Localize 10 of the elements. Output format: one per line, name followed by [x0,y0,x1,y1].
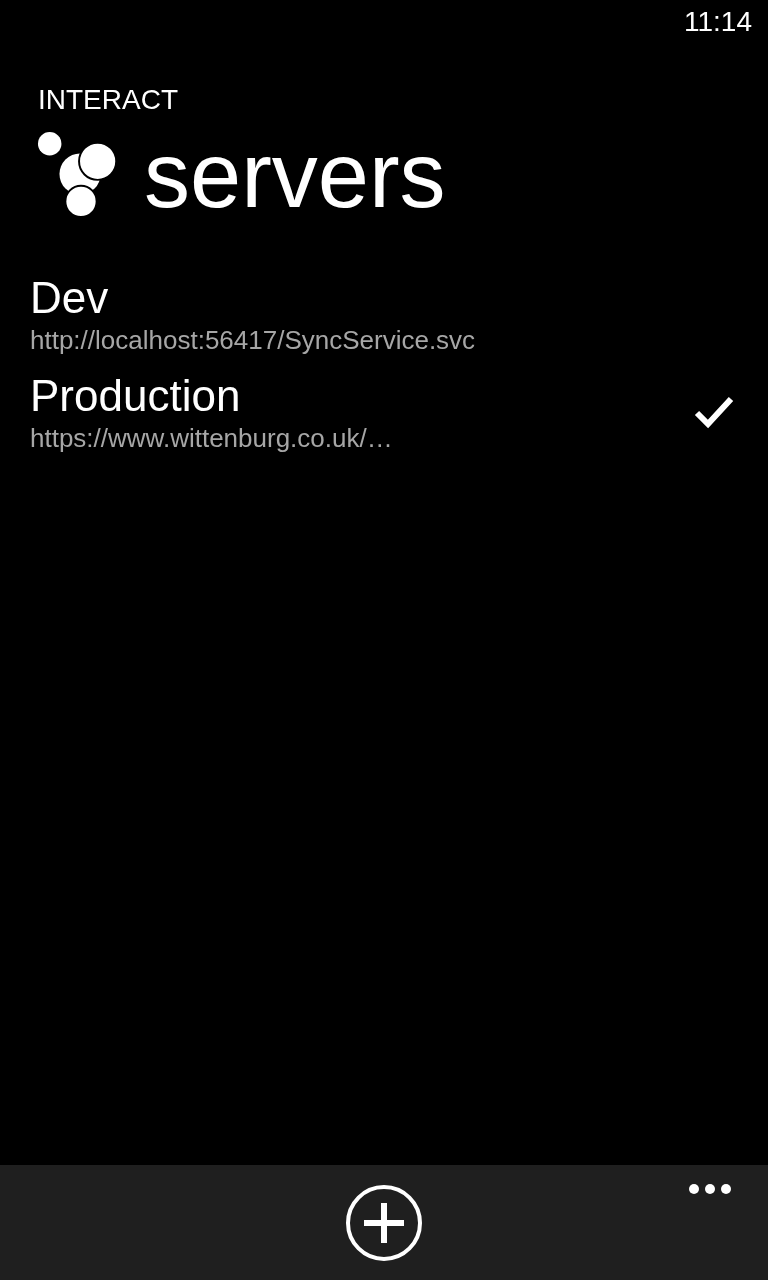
server-name[interactable]: Dev [30,272,109,324]
more-icon[interactable] [688,1183,732,1195]
plus-icon [364,1203,404,1243]
server-url: https://www.wittenburg.co.uk/… [30,422,393,454]
server-name[interactable]: Production [30,370,241,422]
server-url: http://localhost:56417/SyncService.svc [30,324,476,356]
app-title: INTERACT [38,84,178,116]
page-title: servers [144,123,446,228]
clock-time: 11:14 [684,6,752,39]
add-button[interactable] [346,1185,422,1261]
